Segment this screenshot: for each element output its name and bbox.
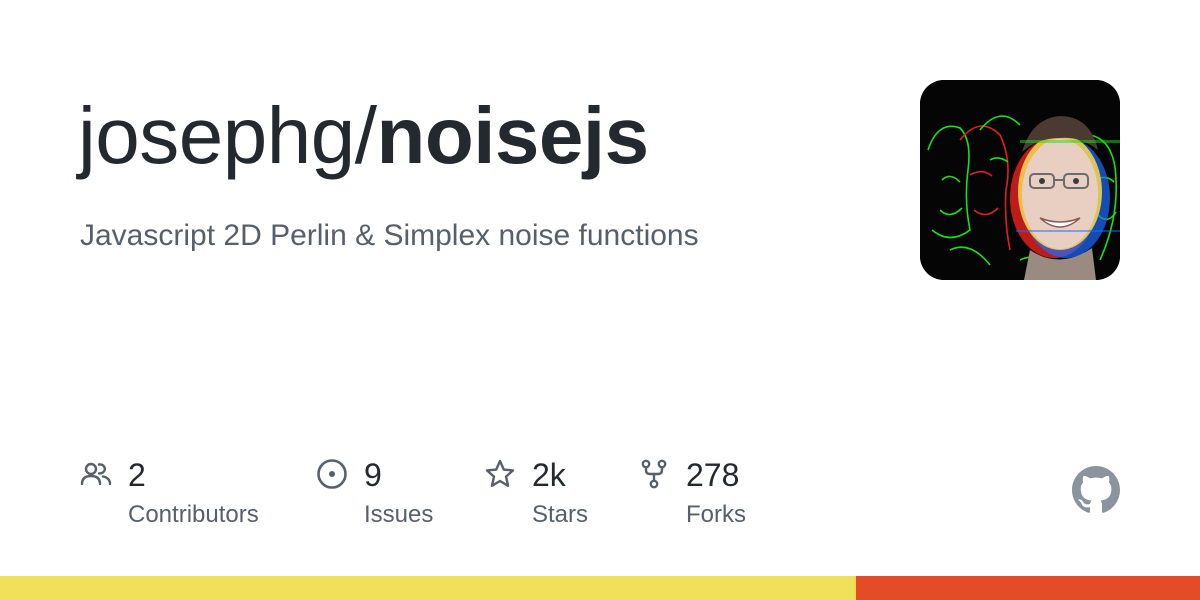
repo-name: noisejs bbox=[376, 91, 649, 180]
repo-description: Javascript 2D Perlin & Simplex noise fun… bbox=[80, 219, 699, 252]
stat-forks-label: Forks bbox=[686, 501, 746, 528]
stat-issues-label: Issues bbox=[364, 501, 434, 528]
stat-stars-value: 2k bbox=[532, 457, 566, 493]
repo-social-card: josephg/noisejs Javascript 2D Perlin & S… bbox=[0, 0, 1200, 600]
stat-forks-value: 278 bbox=[686, 457, 740, 493]
github-logo-icon[interactable] bbox=[1072, 466, 1120, 514]
star-icon bbox=[485, 459, 515, 487]
issues-icon bbox=[317, 459, 347, 489]
language-bar-segment bbox=[855, 576, 1200, 600]
stat-contributors-label: Contributors bbox=[128, 501, 259, 528]
stat-stars-label: Stars bbox=[532, 501, 589, 528]
repo-owner: josephg/ bbox=[78, 91, 377, 180]
contributors-icon bbox=[80, 462, 112, 486]
fork-icon bbox=[641, 459, 667, 489]
stat-contributors-value: 2 bbox=[128, 457, 146, 493]
stat-issues-value: 9 bbox=[364, 457, 382, 493]
repo-title[interactable]: josephg/noisejs bbox=[78, 88, 649, 184]
language-bar bbox=[0, 576, 1200, 600]
language-bar-segment bbox=[0, 576, 856, 600]
owner-avatar bbox=[920, 80, 1120, 280]
